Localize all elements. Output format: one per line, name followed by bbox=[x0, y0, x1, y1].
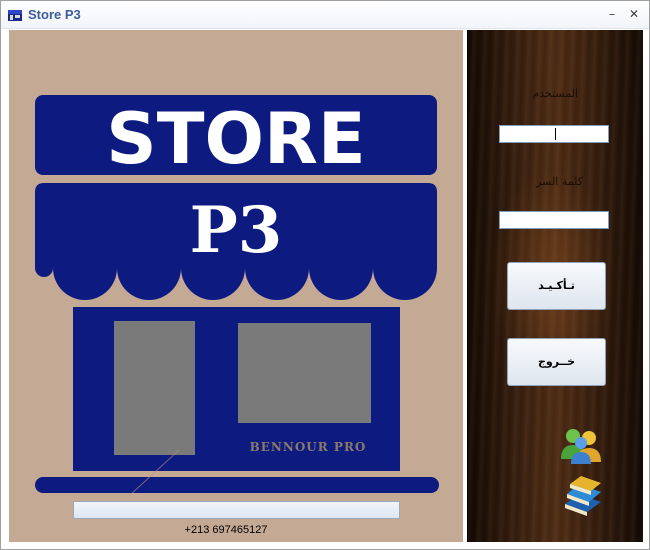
books-icon[interactable] bbox=[561, 474, 605, 518]
username-input[interactable] bbox=[499, 125, 609, 143]
close-button[interactable]: ✕ bbox=[626, 6, 642, 22]
store-logo: STORE P3 BENNOUR PRO bbox=[35, 95, 439, 497]
login-panel: المستخدم كلمة السر تـأكـيـد خــروج bbox=[467, 30, 643, 542]
users-icon[interactable] bbox=[559, 427, 603, 465]
logo-signature: BENNOUR PRO bbox=[250, 440, 367, 454]
username-label: المستخدم bbox=[532, 87, 578, 100]
exit-button[interactable]: خــروج bbox=[507, 338, 606, 386]
phone-number: +213 697465127 bbox=[184, 524, 268, 536]
login-window: Store P3 – ✕ STORE P3 BENNOUR PRO +213 6… bbox=[0, 0, 650, 550]
window-title: Store P3 bbox=[28, 7, 81, 22]
title-bar[interactable]: Store P3 – ✕ bbox=[1, 1, 649, 29]
logo-panel: STORE P3 BENNOUR PRO +213 697465127 bbox=[9, 30, 463, 542]
confirm-button[interactable]: تـأكـيـد bbox=[507, 262, 606, 310]
status-field bbox=[73, 501, 400, 519]
logo-title-text: STORE bbox=[106, 98, 365, 180]
store-app-icon bbox=[8, 10, 22, 21]
logo-subtitle-text: P3 bbox=[190, 193, 283, 268]
password-label: كلمة السر bbox=[536, 175, 583, 188]
password-input[interactable] bbox=[499, 211, 609, 229]
minimize-button[interactable]: – bbox=[604, 6, 620, 22]
text-caret bbox=[555, 128, 556, 140]
